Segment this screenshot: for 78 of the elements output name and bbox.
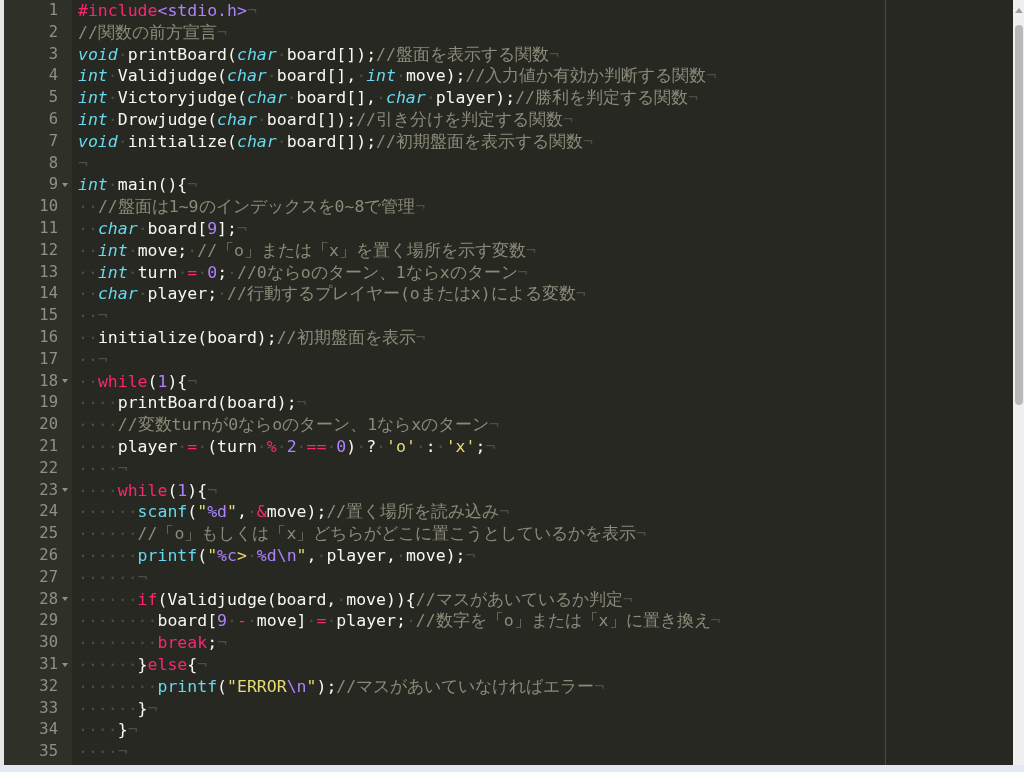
code-line: ········board[9·-·move]·=·player;·//数字を「o」または「x」に置き換え¬	[78, 610, 721, 633]
code-line: ··while(1){¬	[78, 370, 199, 393]
line-number: 32	[39, 675, 58, 697]
line-number: 7	[48, 130, 58, 152]
line-number: 30	[39, 632, 58, 654]
scroll-up-arrow-icon[interactable]	[1015, 8, 1023, 13]
line-number: 14	[39, 283, 58, 305]
code-line: int·Victoryjudge(char·board[],·char·player);//勝利を判定する関数¬	[78, 87, 699, 109]
code-line: ··¬	[78, 305, 109, 327]
line-number: 4	[48, 65, 58, 87]
line-number: 28	[39, 588, 58, 610]
code-line: ····}¬	[78, 719, 139, 742]
line-number: 15	[39, 305, 58, 327]
code-line: ······printf("%c>·%d\n",·player,·move);¬	[78, 544, 477, 567]
code-line: ······¬	[78, 566, 149, 589]
code-line: ······}¬	[78, 697, 159, 720]
code-line: //関数の前方宣言¬	[78, 21, 228, 44]
line-number: 34	[39, 719, 58, 741]
line-number: 11	[39, 217, 58, 239]
line-number: 12	[39, 239, 58, 261]
line-number: 2	[48, 21, 58, 43]
fold-arrow-icon[interactable]	[62, 183, 68, 188]
fold-arrow-icon[interactable]	[62, 597, 68, 602]
code-line: int·main(){¬	[78, 174, 199, 197]
line-number: 23	[39, 479, 58, 501]
code-line: int·Drowjudge(char·board[]);//引き分けを判定する関数¬	[78, 109, 574, 131]
line-number: 33	[39, 697, 58, 719]
code-line: ··//盤面は1~9のインデックスを0~8で管理¬	[78, 196, 427, 218]
line-number: 29	[39, 610, 58, 632]
line-number: 19	[39, 392, 58, 414]
line-number: 17	[39, 348, 58, 370]
code-line: void·initialize(char·board[]);//初期盤面を表示する関数¬	[78, 130, 594, 153]
line-number: 21	[39, 435, 58, 457]
line-number: 35	[39, 741, 58, 763]
code-line: int·Validjudge(char·board[],·int·move);//入力値か有効か判断する関数¬	[78, 65, 718, 88]
code-line: ··int·turn·=·0;·//0ならoのターン、1ならxのターン¬	[78, 261, 529, 284]
scrollbar-thumb[interactable]	[1015, 25, 1023, 405]
line-number: 16	[39, 326, 58, 348]
line-number: 1	[48, 0, 58, 21]
code-line: ······if(Validjudge(board,·move)){//マスがあいているか判定¬	[78, 588, 634, 611]
line-number: 31	[39, 653, 58, 675]
fold-arrow-icon[interactable]	[62, 662, 68, 667]
code-line: ····¬	[78, 741, 129, 763]
fold-arrow-icon[interactable]	[62, 379, 68, 384]
code-line: ¬	[78, 152, 89, 175]
code-line: ··char·player;·//行動するプレイヤー(oまたはx)による変数¬	[78, 283, 587, 306]
code-line: ········break;¬	[78, 632, 229, 654]
line-number: 25	[39, 523, 58, 545]
code-line: ······//「o」もしくは「x」どちらがどこに置こうとしているかを表示¬	[78, 523, 648, 545]
code-line: ········printf("ERROR\n");//マスがあいていなければエラー¬	[78, 675, 606, 698]
code-line: ····//変数turnが0ならoのターン、1ならxのターン¬	[78, 414, 501, 436]
line-number: 5	[48, 87, 58, 109]
line-number: 27	[39, 566, 58, 588]
line-number: 3	[48, 43, 58, 65]
code-line: ······}else{¬	[78, 653, 209, 676]
line-number: 22	[39, 457, 58, 479]
line-number: 13	[39, 261, 58, 283]
code-line: #include<stdio.h>¬	[78, 0, 258, 22]
line-number: 24	[39, 501, 58, 523]
code-line: ··¬	[78, 348, 109, 371]
line-number: 18	[39, 370, 58, 392]
line-number: 26	[39, 544, 58, 566]
code-line: ······scanf("%d",·&move);//置く場所を読み込み¬	[78, 501, 511, 524]
code-line: ··initialize(board);//初期盤面を表示¬	[78, 326, 427, 349]
fold-arrow-icon[interactable]	[62, 488, 68, 493]
code-line: ····printBoard(board);¬	[78, 392, 308, 415]
line-number: 6	[48, 109, 58, 130]
line-number: 10	[39, 196, 58, 218]
code-line: ····while(1){¬	[78, 479, 219, 502]
scrollbar[interactable]	[1013, 0, 1024, 765]
code-line: ··char·board[9];¬	[78, 217, 248, 240]
line-number: 9	[48, 174, 58, 196]
code-line: ····player·=·(turn·%·2·==·0)·?·'o'·:·'x';¬	[78, 435, 497, 458]
line-number: 20	[39, 414, 58, 436]
line-number: 8	[48, 152, 58, 174]
code-line: ····¬	[78, 457, 129, 480]
code-line: ··int·move;·//「o」または「x」を置く場所を示す変数¬	[78, 239, 537, 262]
code-line: void·printBoard(char·board[]);//盤面を表示する関数¬	[78, 43, 560, 66]
